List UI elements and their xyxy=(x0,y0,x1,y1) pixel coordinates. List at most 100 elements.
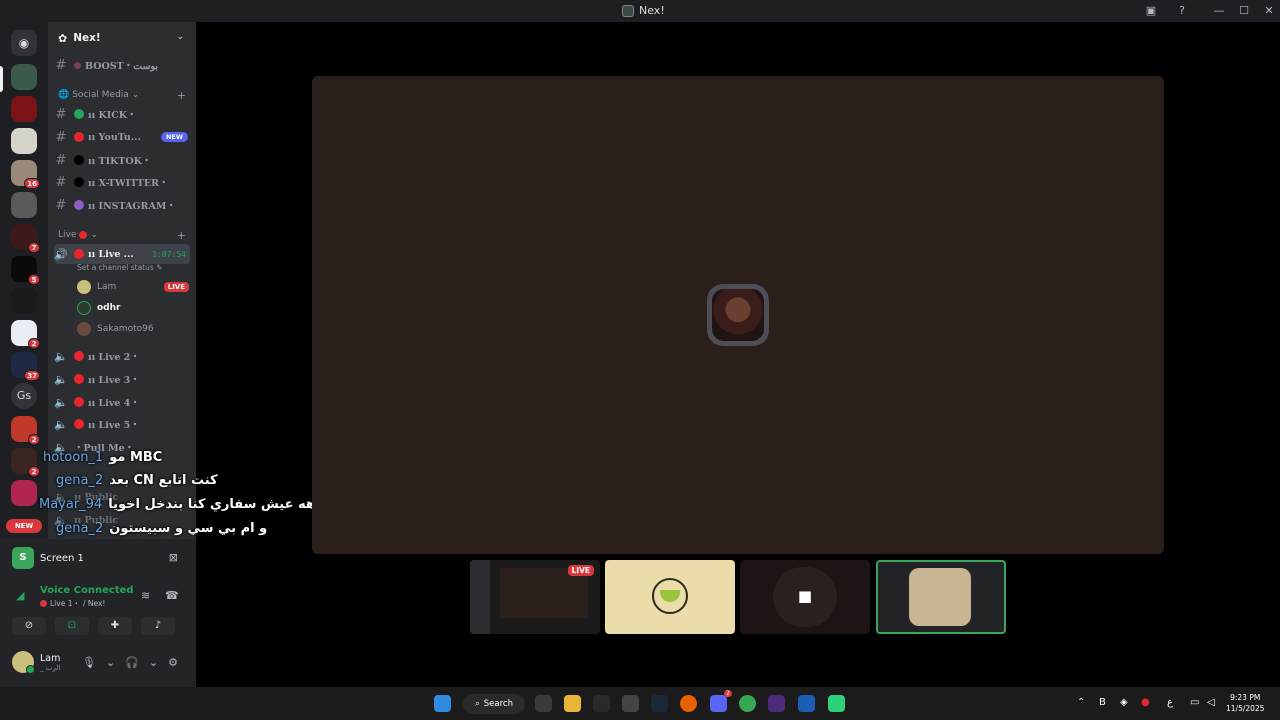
store-icon[interactable] xyxy=(535,695,552,712)
voice-channel-live-2[interactable]: 🔈 ıı Live 2・ xyxy=(54,346,190,366)
noise-suppression-icon[interactable]: ≋ xyxy=(141,589,150,602)
maximize-button[interactable]: ☐ xyxy=(1237,4,1251,18)
stop-stream-icon[interactable]: ⊠ xyxy=(169,551,178,564)
epic-games-icon[interactable] xyxy=(593,695,610,712)
chevron-down-icon[interactable]: ⌄ xyxy=(106,656,115,669)
voice-channel-live-4[interactable]: 🔈 ıı Live 4・ xyxy=(54,392,190,412)
headphones-icon[interactable]: 🎧 xyxy=(125,656,139,669)
help-icon[interactable]: ? xyxy=(1175,4,1189,18)
chevron-down-icon[interactable]: ⌄ xyxy=(149,656,158,669)
microphone-icon[interactable]: 🎙 xyxy=(82,656,96,669)
participant-tile[interactable] xyxy=(605,560,735,634)
voice-member[interactable]: Sakamoto96 xyxy=(77,319,189,339)
server-icon[interactable] xyxy=(11,192,37,218)
stream-thumbnail[interactable]: LIVE xyxy=(470,560,600,634)
server-icon[interactable]: 5 xyxy=(11,256,40,285)
voice-panel: S Screen 1 ⊠ ◢ Voice Connected Live 1・ /… xyxy=(0,539,196,687)
network-tray-icon[interactable]: ◈ xyxy=(1120,697,1128,708)
volume-icon[interactable]: ◁ xyxy=(1207,697,1215,708)
server-icon[interactable]: 37 xyxy=(11,352,40,381)
server-icon[interactable] xyxy=(11,128,37,154)
server-icon[interactable]: 7 xyxy=(11,224,40,253)
server-icon[interactable] xyxy=(11,480,37,506)
chat-overlay-message: hotoon_1 مو MBC xyxy=(43,450,163,465)
close-button[interactable]: ✕ xyxy=(1262,4,1276,18)
chat-overlay-message: Mayar_94 يوهه عيش سفاري كنا بندخل اخويا xyxy=(39,497,328,512)
chat-overlay-message: gena_2 بعد CN كنت اتابع xyxy=(56,473,218,488)
unity-icon[interactable] xyxy=(622,695,639,712)
focused-video-tile[interactable] xyxy=(312,76,1164,554)
hash-icon: # xyxy=(55,197,67,213)
voice-channel-live-3[interactable]: 🔈 ıı Live 3・ xyxy=(54,369,190,389)
taskbar xyxy=(0,687,1280,720)
category-live[interactable]: Live ⌄ + xyxy=(58,229,188,242)
channel-instagram[interactable]: # ıı INSTAGRAM・ xyxy=(54,195,190,215)
next-app-icon[interactable] xyxy=(768,695,785,712)
server-icon[interactable] xyxy=(11,288,37,314)
participant-tile[interactable]: ■ xyxy=(740,560,870,634)
add-channel-icon[interactable]: + xyxy=(177,89,186,102)
steam-icon[interactable] xyxy=(651,695,668,712)
firefox-icon[interactable] xyxy=(680,695,697,712)
discord-home-icon[interactable]: ◉ xyxy=(11,30,37,56)
voice-connected-label[interactable]: Voice Connected xyxy=(40,585,134,596)
chrome-icon[interactable] xyxy=(739,695,756,712)
voice-member[interactable]: odhr xyxy=(77,298,189,318)
channel-boost[interactable]: # BOOST・بوست xyxy=(54,55,190,75)
server-icon[interactable]: 2 xyxy=(11,448,40,477)
new-servers-badge[interactable]: NEW xyxy=(6,519,42,533)
hash-icon: # xyxy=(55,174,67,190)
category-social-media[interactable]: 🌐 Social Media ⌄ + xyxy=(58,89,188,102)
channel-tiktok[interactable]: # ıı TIKTOK・ xyxy=(54,150,190,170)
channel-x-twitter[interactable]: # ıı X-TWITTER・ xyxy=(54,172,190,192)
windows-start-icon[interactable] xyxy=(434,695,451,712)
screen-share-button[interactable]: ⊡ xyxy=(55,617,89,635)
system-clock[interactable]: 9:23 PM 11/5/2025 xyxy=(1226,692,1264,714)
server-icon[interactable]: 2 xyxy=(11,320,40,349)
add-channel-icon[interactable]: + xyxy=(177,229,186,242)
channel-status[interactable]: Set a channel status ✎ xyxy=(77,263,162,272)
hash-icon: # xyxy=(55,57,67,73)
server-icon[interactable]: 16 xyxy=(11,160,40,189)
user-panel[interactable]: Lam _ الرب xyxy=(12,651,60,674)
participant-avatar xyxy=(707,284,769,346)
inbox-icon[interactable]: ▣ xyxy=(1144,4,1158,18)
server-gs[interactable]: Gs xyxy=(11,383,37,409)
server-icon[interactable] xyxy=(11,96,37,122)
signal-icon[interactable]: ◢ xyxy=(16,589,24,602)
discord-icon[interactable]: 2 xyxy=(710,690,732,712)
avatar xyxy=(12,651,35,674)
unread-badge: 37 xyxy=(24,370,40,381)
live-badge: LIVE xyxy=(163,282,189,292)
app-icon[interactable] xyxy=(798,695,815,712)
activities-button[interactable]: ✚ xyxy=(98,617,132,635)
voice-member[interactable]: Lam LIVE xyxy=(77,277,189,297)
voice-controls: ⊘ ⊡ ✚ ♪ xyxy=(12,617,175,635)
stream-preview[interactable]: S Screen 1 xyxy=(12,547,84,569)
voice-channel-live-5[interactable]: 🔈 ıı Live 5・ xyxy=(54,414,190,434)
channel-youtube[interactable]: # ıı YouTu... NEW xyxy=(54,127,190,147)
disconnect-icon[interactable]: ☎ xyxy=(165,589,179,602)
minimize-button[interactable]: — xyxy=(1212,4,1226,18)
voice-channel-live-1[interactable]: 🔊 ıı Live ... 1:07:54 xyxy=(54,244,190,264)
channel-kick[interactable]: # ıı KICK・ xyxy=(54,104,190,124)
soundboard-button[interactable]: ♪ xyxy=(141,617,175,635)
app-icon[interactable] xyxy=(828,695,845,712)
participant-avatar xyxy=(909,568,971,626)
gear-icon[interactable]: ⚙ xyxy=(168,656,178,669)
tray-overflow-icon[interactable]: ⌃ xyxy=(1077,697,1085,708)
app-icon xyxy=(622,4,634,17)
server-icon[interactable]: 2 xyxy=(11,416,40,445)
wifi-icon[interactable]: ▭ xyxy=(1190,697,1199,708)
server-nex[interactable] xyxy=(11,64,37,90)
bitdefender-icon[interactable]: B xyxy=(1099,697,1106,708)
camera-off-button[interactable]: ⊘ xyxy=(12,617,46,635)
participant-tile-speaking[interactable] xyxy=(876,560,1006,634)
file-explorer-icon[interactable] xyxy=(564,695,581,712)
microphone-in-use-icon[interactable]: ● xyxy=(1141,697,1150,708)
voice-location[interactable]: Live 1・ / Nex! xyxy=(40,598,105,609)
taskbar-search[interactable]: ⌕ Search xyxy=(463,694,525,714)
language-indicator[interactable]: ع xyxy=(1167,697,1173,708)
guild-header[interactable]: ✿ Nex! ⌄ xyxy=(48,22,196,54)
speaker-icon: 🔈 xyxy=(54,372,68,386)
